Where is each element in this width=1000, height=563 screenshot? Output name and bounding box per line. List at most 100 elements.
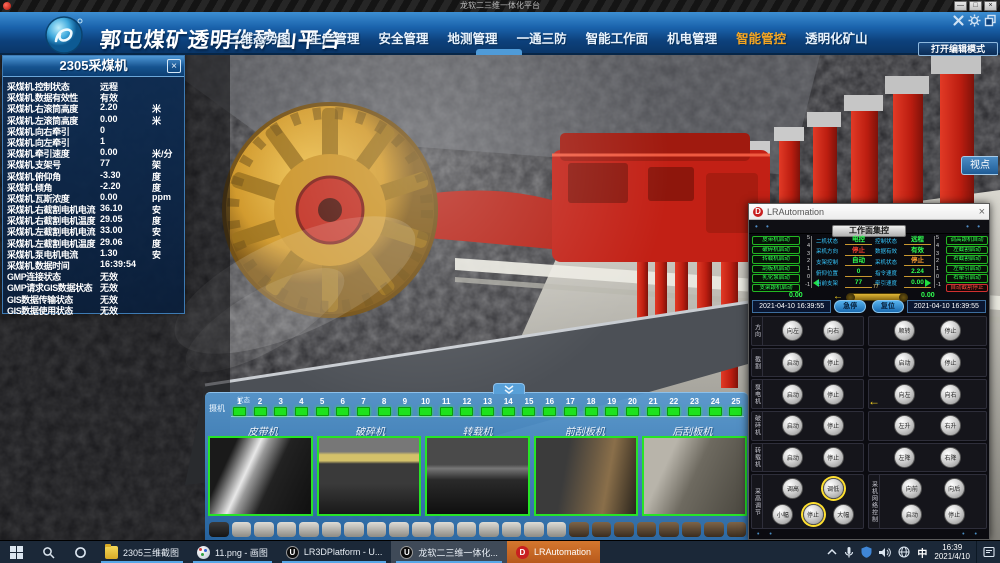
camera-thumbnail[interactable] xyxy=(208,436,313,516)
control-button[interactable]: 停止 xyxy=(823,447,844,468)
channel-cell[interactable]: 12 xyxy=(457,397,478,421)
status-square[interactable] xyxy=(605,407,618,416)
channel-cell[interactable]: 2 xyxy=(250,397,271,421)
taskbar-app[interactable]: LR3DPlatform - U... xyxy=(277,541,392,563)
camera-thumbnail[interactable] xyxy=(317,436,422,516)
control-button[interactable]: 向前 xyxy=(901,478,922,499)
lr-titlebar[interactable]: D LRAutomation × xyxy=(749,204,989,220)
status-square[interactable] xyxy=(481,407,494,416)
status-square[interactable] xyxy=(626,407,639,416)
automation-mode-button[interactable]: 左截割启动 xyxy=(946,246,988,255)
filmstrip-tile[interactable] xyxy=(659,522,679,537)
channel-cell[interactable]: 22 xyxy=(663,397,684,421)
nav-menu-item[interactable]: 安全管理 xyxy=(379,28,429,47)
close-button[interactable]: × xyxy=(984,1,997,11)
filmstrip-tile[interactable] xyxy=(479,522,499,537)
status-square[interactable] xyxy=(378,407,391,416)
tools-icon[interactable] xyxy=(952,14,965,27)
control-button[interactable]: 向后 xyxy=(944,478,965,499)
filmstrip-tile[interactable] xyxy=(547,522,567,537)
start-button[interactable] xyxy=(0,541,32,563)
control-button[interactable]: 调低 xyxy=(823,478,844,499)
channel-cell[interactable]: 23 xyxy=(684,397,705,421)
channel-cell[interactable]: 24 xyxy=(705,397,726,421)
control-button[interactable]: 启动 xyxy=(782,447,803,468)
control-button[interactable]: 大幅 xyxy=(833,504,854,525)
estop-button[interactable]: 急停 xyxy=(834,300,866,313)
channel-cell[interactable]: 6 xyxy=(332,397,353,421)
status-square[interactable] xyxy=(709,407,722,416)
status-square[interactable] xyxy=(274,407,287,416)
status-square[interactable] xyxy=(522,407,535,416)
control-button[interactable]: 停止 xyxy=(823,352,844,373)
nav-menu-item[interactable]: 智能工作面 xyxy=(586,28,649,47)
channel-cell[interactable]: 13 xyxy=(477,397,498,421)
nav-menu-item[interactable]: 三维态势图 xyxy=(228,28,291,47)
status-square[interactable] xyxy=(233,407,246,416)
control-button[interactable]: 右降 xyxy=(940,447,961,468)
control-button[interactable]: 调高 xyxy=(782,478,803,499)
status-square[interactable] xyxy=(688,407,701,416)
channel-cell[interactable]: 19 xyxy=(601,397,622,421)
status-square[interactable] xyxy=(502,407,515,416)
filmstrip-tile[interactable] xyxy=(209,522,229,537)
control-button[interactable]: 停止 xyxy=(944,504,965,525)
filmstrip-tile[interactable] xyxy=(502,522,522,537)
nav-menu-item[interactable]: 智能管控 xyxy=(736,28,786,47)
control-button[interactable]: 顺转 xyxy=(894,320,915,341)
filmstrip-tile[interactable] xyxy=(524,522,544,537)
network-globe-icon[interactable] xyxy=(898,546,910,558)
filmstrip-tile[interactable] xyxy=(322,522,342,537)
filmstrip-tile[interactable] xyxy=(389,522,409,537)
channel-cell[interactable]: 17 xyxy=(560,397,581,421)
control-button[interactable]: 停止 xyxy=(823,384,844,405)
channel-cell[interactable]: 10 xyxy=(415,397,436,421)
taskbar-clock[interactable]: 16:39 2021/4/10 xyxy=(934,543,970,561)
control-button[interactable]: 停止 xyxy=(940,352,961,373)
camera-thumbnail[interactable] xyxy=(534,436,639,516)
status-square[interactable] xyxy=(398,407,411,416)
collapse-chevron-icon[interactable] xyxy=(493,383,525,394)
reset-button[interactable]: 复位 xyxy=(872,300,904,313)
ime-indicator[interactable]: 中 xyxy=(917,545,927,560)
channel-cell[interactable]: 11 xyxy=(436,397,457,421)
nav-menu-item[interactable]: 透明化矿山 xyxy=(805,28,868,47)
minimize-button[interactable]: — xyxy=(954,1,967,11)
status-square[interactable] xyxy=(336,407,349,416)
channel-cell[interactable]: 25 xyxy=(726,397,747,421)
nav-menu-item[interactable]: 地测管理 xyxy=(448,28,498,47)
maximize-button[interactable]: □ xyxy=(969,1,982,11)
status-square[interactable] xyxy=(357,407,370,416)
chevron-up-icon[interactable] xyxy=(827,548,837,556)
filmstrip-tile[interactable] xyxy=(682,522,702,537)
search-icon[interactable] xyxy=(32,541,64,563)
status-square[interactable] xyxy=(316,407,329,416)
camera-thumbnail[interactable] xyxy=(642,436,747,516)
control-button[interactable]: 停止 xyxy=(823,415,844,436)
taskbar-app[interactable]: 2305三维截图 xyxy=(96,541,188,563)
filmstrip-tile[interactable] xyxy=(614,522,634,537)
channel-cell[interactable]: 20 xyxy=(622,397,643,421)
control-button[interactable]: 向右 xyxy=(823,320,844,341)
automation-start-button[interactable]: 转载机启动 xyxy=(752,255,800,264)
control-button[interactable]: 启动 xyxy=(782,415,803,436)
channel-cell[interactable]: 18 xyxy=(581,397,602,421)
channel-cell[interactable]: 15 xyxy=(519,397,540,421)
status-square[interactable] xyxy=(440,407,453,416)
control-button[interactable]: 启动 xyxy=(901,504,922,525)
filmstrip-tile[interactable] xyxy=(569,522,589,537)
camera-thumbnail[interactable] xyxy=(425,436,530,516)
status-square[interactable] xyxy=(419,407,432,416)
status-square[interactable] xyxy=(295,407,308,416)
control-button[interactable]: 停止 xyxy=(803,504,824,525)
status-square[interactable] xyxy=(647,407,660,416)
cortana-icon[interactable] xyxy=(64,541,96,563)
taskbar-app[interactable]: LRAutomation xyxy=(507,541,600,563)
filmstrip-tile[interactable] xyxy=(592,522,612,537)
window-restore-icon[interactable] xyxy=(984,14,997,27)
filmstrip-tile[interactable] xyxy=(254,522,274,537)
notification-center-icon[interactable] xyxy=(976,541,1000,563)
control-button[interactable]: 右升 xyxy=(940,415,961,436)
gear-icon[interactable] xyxy=(968,14,981,27)
channel-cell[interactable]: 1 xyxy=(229,397,250,421)
